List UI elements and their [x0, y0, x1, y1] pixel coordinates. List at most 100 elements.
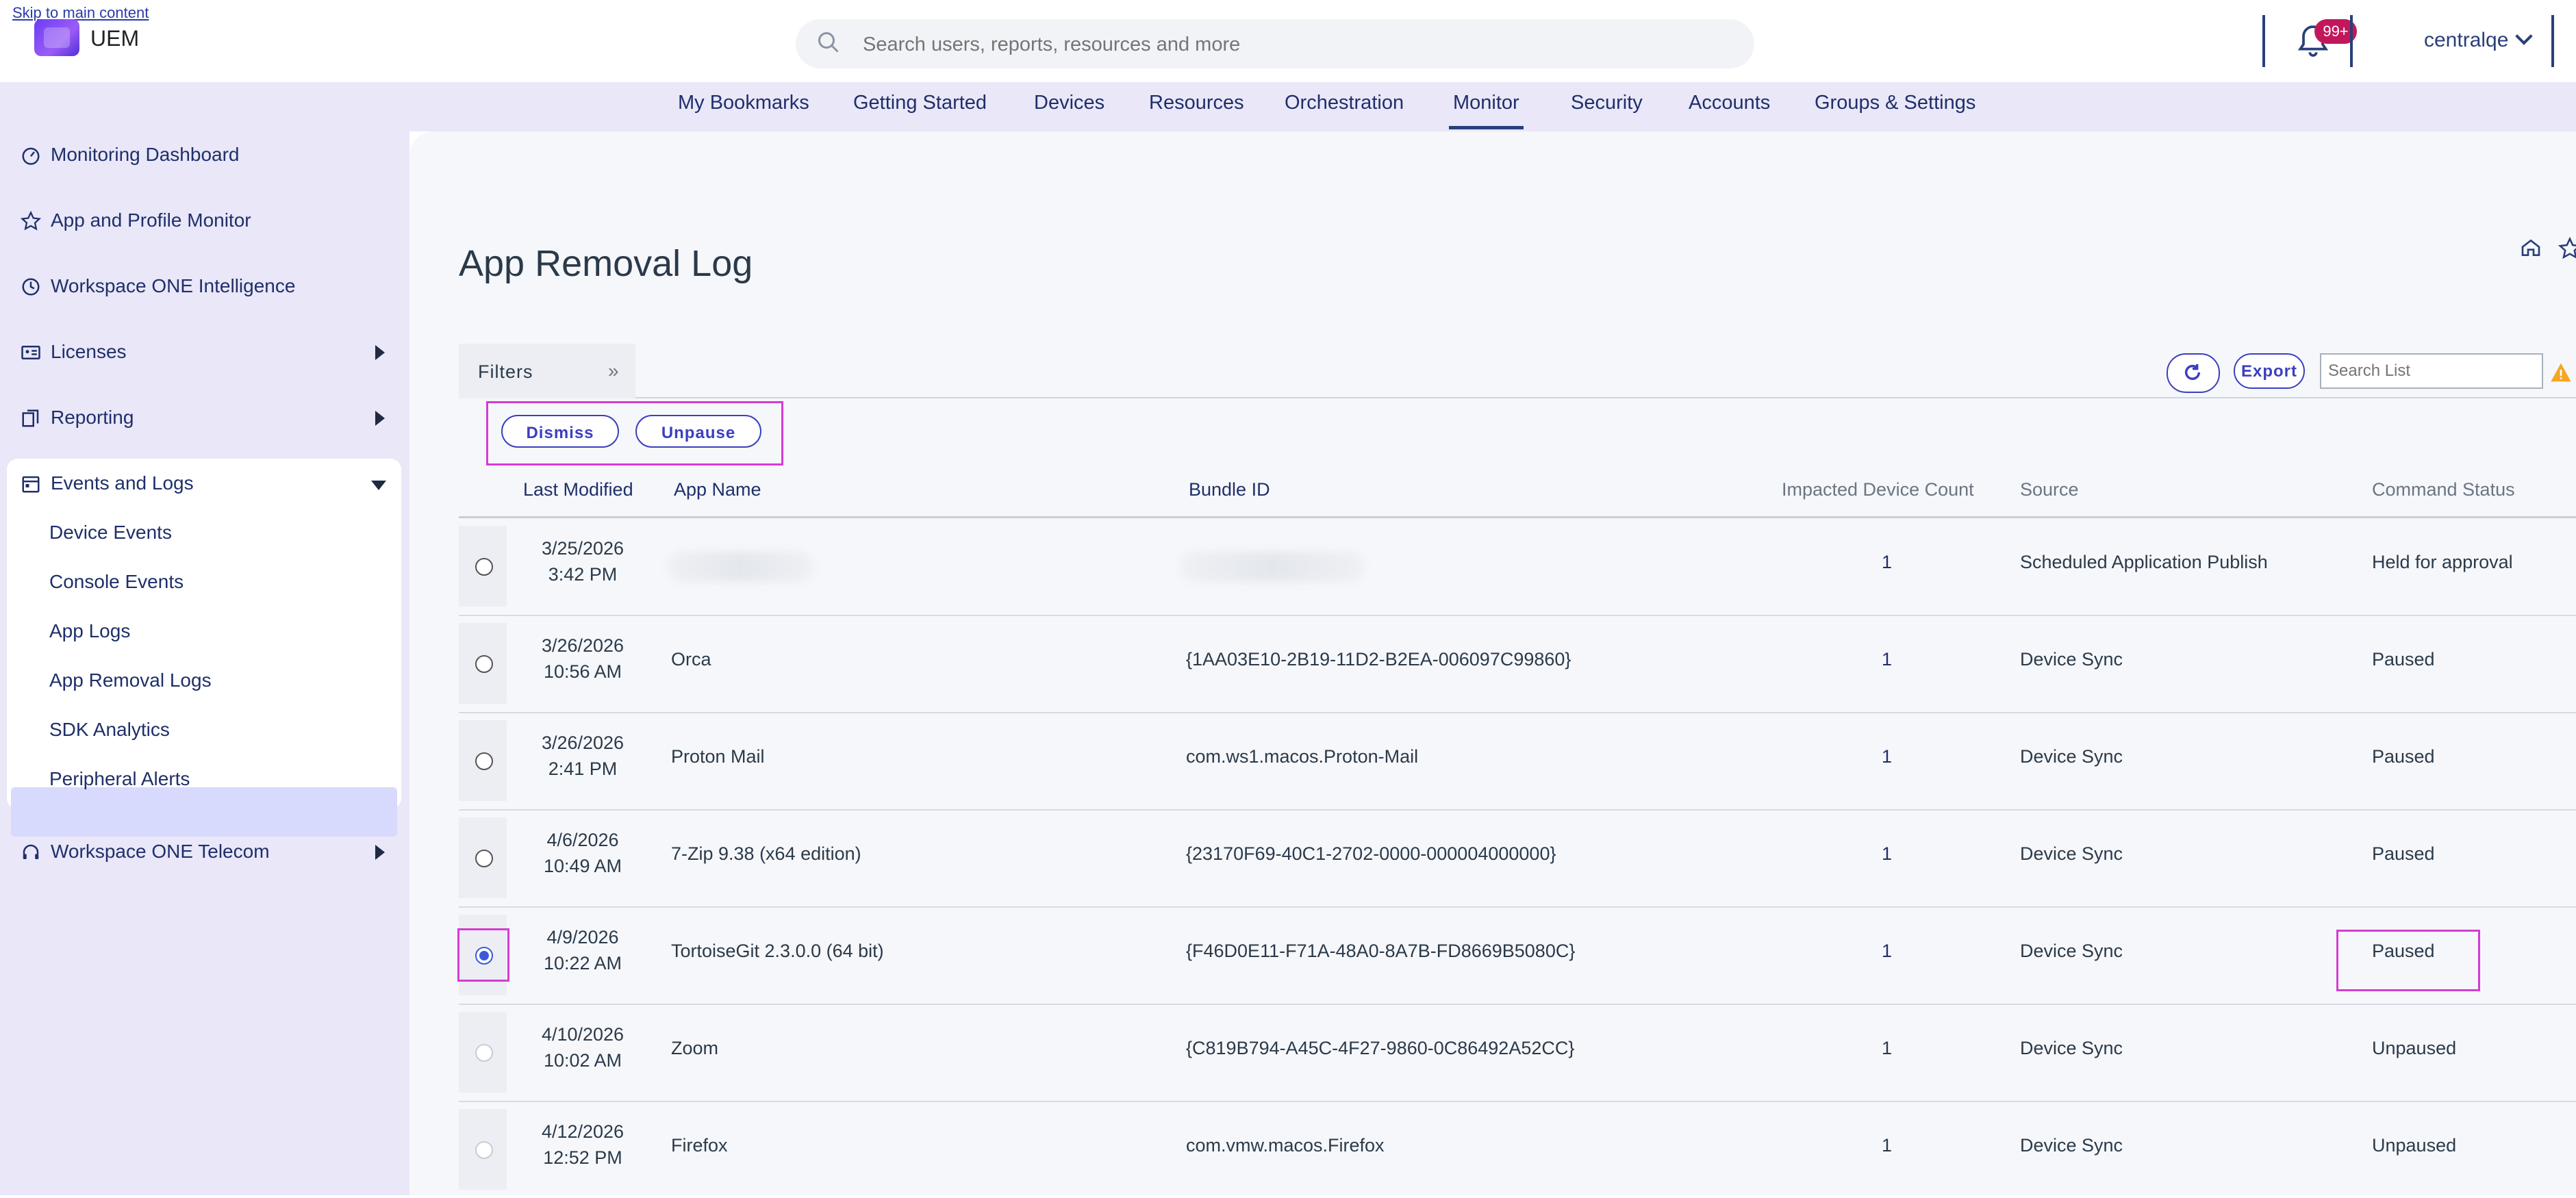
row-select-cell — [459, 623, 507, 704]
search-icon — [818, 32, 839, 53]
gauge-icon — [22, 147, 40, 165]
unpause-button[interactable]: Unpause — [635, 415, 761, 448]
home-icon[interactable] — [2520, 237, 2542, 259]
row-radio[interactable] — [475, 752, 493, 770]
row-last-modified: 3/26/2026 10:56 AM — [520, 633, 645, 685]
row-device-count[interactable]: 1 — [1882, 552, 1892, 573]
sidebar-item-label: App and Profile Monitor — [51, 209, 251, 231]
search-list-input[interactable] — [2320, 353, 2543, 389]
row-date: 3/26/2026 — [541, 635, 624, 656]
row-command-status: Unpaused — [2372, 1135, 2457, 1156]
table-row[interactable]: 4/10/2026 10:02 AM Zoom {C819B794-A45C-4F… — [459, 1004, 2576, 1102]
row-bundle-id: {F46D0E11-F71A-48A0-8A7B-FD8669B5080C} — [1186, 941, 1576, 961]
row-app-name: Firefox — [671, 1135, 728, 1156]
row-source: Device Sync — [2020, 1135, 2123, 1156]
table-row[interactable]: 3/26/2026 2:41 PM Proton Mail com.ws1.mac… — [459, 712, 2576, 811]
table-header: Last Modified App Name Bundle ID Impacte… — [459, 466, 2576, 518]
row-time: 10:22 AM — [543, 953, 622, 973]
uem-logo-icon — [34, 19, 79, 56]
filters-label: Filters — [478, 361, 533, 382]
column-bundle-id[interactable]: Bundle ID — [1189, 479, 1270, 500]
column-last-modified[interactable]: Last Modified — [523, 479, 633, 500]
row-select-cell — [459, 526, 507, 607]
sidebar-subitem-console-events[interactable]: Console Events — [49, 571, 184, 593]
table-row[interactable]: 4/6/2026 10:49 AM 7-Zip 9.38 (x64 edition… — [459, 809, 2576, 908]
caret-down-icon — [371, 481, 386, 490]
row-bundle-id: com.vmw.macos.Firefox — [1186, 1135, 1385, 1156]
app-name: UEM — [90, 26, 140, 51]
row-select-cell — [459, 817, 507, 898]
report-icon — [22, 409, 39, 427]
chevron-down-icon — [2515, 27, 2534, 45]
nav-groups-settings[interactable]: Groups & Settings — [1815, 92, 1975, 114]
row-date: 4/6/2026 — [546, 830, 619, 850]
row-device-count[interactable]: 1 — [1882, 746, 1892, 767]
row-bundle-id: {1AA03E10-2B19-11D2-B2EA-006097C99860} — [1186, 649, 1571, 670]
sidebar-item-label: Workspace ONE Telecom — [51, 841, 270, 862]
column-impacted-device-count[interactable]: Impacted Device Count — [1782, 479, 1974, 500]
selected-radio-highlight — [457, 928, 509, 982]
sidebar-item-label: Monitoring Dashboard — [51, 144, 240, 165]
refresh-button[interactable] — [2167, 353, 2220, 393]
sidebar-subitem-app-removal-logs[interactable]: App Removal Logs — [49, 670, 212, 691]
row-select-cell — [459, 720, 507, 801]
caret-right-icon — [375, 845, 385, 860]
skip-to-main-link[interactable]: Skip to main content — [12, 4, 149, 22]
row-time: 12:52 PM — [543, 1147, 622, 1168]
row-app-name: Zoom — [671, 1038, 719, 1058]
row-date: 4/9/2026 — [546, 927, 619, 947]
column-command-status[interactable]: Command Status — [2372, 479, 2515, 500]
column-app-name[interactable]: App Name — [674, 479, 761, 500]
row-radio[interactable] — [475, 558, 493, 576]
export-button[interactable]: Export — [2234, 353, 2305, 389]
nav-security[interactable]: Security — [1571, 92, 1643, 114]
global-search[interactable] — [796, 19, 1754, 70]
sidebar-subitem-sdk-analytics[interactable]: SDK Analytics — [49, 719, 170, 741]
row-radio[interactable] — [475, 850, 493, 867]
double-chevron-right-icon: » — [608, 360, 619, 381]
nav-orchestration[interactable]: Orchestration — [1285, 92, 1404, 114]
row-source: Device Sync — [2020, 746, 2123, 767]
nav-monitor[interactable]: Monitor — [1449, 92, 1524, 129]
row-command-status: Paused — [2372, 843, 2435, 864]
nav-getting-started[interactable]: Getting Started — [853, 92, 987, 114]
status-highlight — [2336, 930, 2480, 991]
nav-devices[interactable]: Devices — [1034, 92, 1104, 114]
sidebar-subitem-peripheral-alerts[interactable]: Peripheral Alerts — [49, 768, 190, 790]
headset-icon — [23, 844, 39, 859]
row-last-modified: 3/26/2026 2:41 PM — [520, 730, 645, 782]
row-app-name: 7-Zip 9.38 (x64 edition) — [671, 843, 861, 864]
user-menu[interactable]: centralqe — [2424, 27, 2534, 52]
row-device-count[interactable]: 1 — [1882, 941, 1892, 962]
dismiss-button[interactable]: Dismiss — [501, 415, 619, 448]
row-last-modified: 4/10/2026 10:02 AM — [520, 1021, 645, 1073]
sidebar-item-label: Workspace ONE Intelligence — [51, 275, 296, 296]
row-app-name: TortoiseGit 2.3.0.0 (64 bit) — [671, 941, 884, 961]
sidebar-subitem-device-events[interactable]: Device Events — [49, 522, 172, 544]
row-device-count[interactable]: 1 — [1882, 843, 1892, 865]
table-row-selected[interactable]: 4/9/2026 10:22 AM TortoiseGit 2.3.0.0 (64… — [459, 906, 2576, 1005]
row-command-status: Held for approval — [2372, 552, 2513, 572]
nav-accounts[interactable]: Accounts — [1689, 92, 1770, 114]
column-source[interactable]: Source — [2020, 479, 2079, 500]
row-radio[interactable] — [475, 655, 493, 673]
bookmark-star-icon[interactable] — [2558, 237, 2576, 260]
global-search-input[interactable] — [861, 19, 1741, 70]
sidebar-subitem-app-logs[interactable]: App Logs — [49, 620, 130, 642]
nav-my-bookmarks[interactable]: My Bookmarks — [678, 92, 809, 114]
table-row[interactable]: 4/12/2026 12:52 PM Firefox com.vmw.macos.… — [459, 1101, 2576, 1198]
row-command-status: Unpaused — [2372, 1038, 2457, 1058]
nav-resources[interactable]: Resources — [1149, 92, 1244, 114]
filters-toggle[interactable]: Filters » — [459, 344, 635, 400]
app-frame: Skip to main content UEM 99+ centralqe M… — [0, 0, 2576, 1195]
caret-right-icon — [375, 345, 385, 360]
row-device-count[interactable]: 1 — [1882, 649, 1892, 670]
row-source: Device Sync — [2020, 649, 2123, 670]
row-last-modified: 4/9/2026 10:22 AM — [520, 924, 645, 976]
row-last-modified: 4/6/2026 10:49 AM — [520, 827, 645, 879]
table-row[interactable]: 3/26/2026 10:56 AM Orca {1AA03E10-2B19-11… — [459, 615, 2576, 713]
row-time: 10:49 AM — [543, 856, 622, 876]
table-row[interactable]: 3/25/2026 3:42 PM 1 Scheduled Application… — [459, 518, 2576, 616]
row-bundle-id: {C819B794-A45C-4F27-9860-0C86492A52CC} — [1186, 1038, 1575, 1058]
main-nav: My Bookmarks Getting Started Devices Res… — [0, 82, 2576, 131]
